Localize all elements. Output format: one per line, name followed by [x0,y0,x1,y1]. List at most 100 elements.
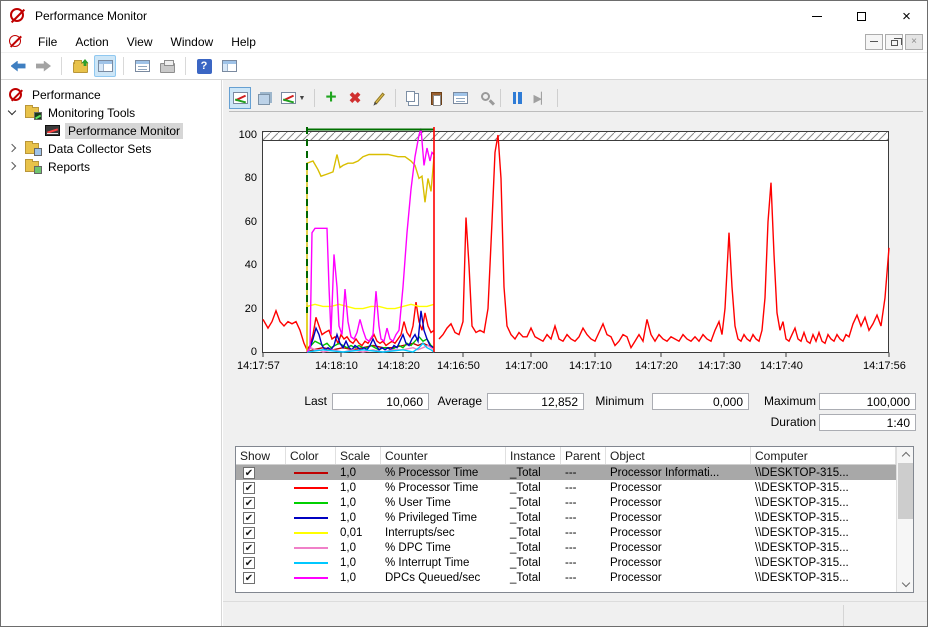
column-header-object[interactable]: Object [606,447,751,464]
view-current-activity-button[interactable] [229,87,251,109]
table-row[interactable]: ✔1,0% Processor Time_Total---Processor\\… [236,480,896,495]
scrollbar-thumb[interactable] [898,463,913,519]
properties-button[interactable] [131,55,153,77]
tree-item-data-collector-sets[interactable]: Data Collector Sets [1,140,221,158]
child-restore-button[interactable] [885,34,903,50]
table-row[interactable]: ✔1,0DPCs Queued/sec_Total---Processor\\D… [236,570,896,585]
column-header-instance[interactable]: Instance [506,447,561,464]
maximum-label: Maximum [711,394,816,410]
cell-object: Processor [606,512,751,524]
console-toolbar: ? [1,53,928,80]
zoom-button[interactable] [473,87,495,109]
table-row[interactable]: ✔1,0% DPC Time_Total---Processor\\DESKTO… [236,540,896,555]
chevron-right-icon[interactable] [8,144,16,152]
paste-counter-list-button[interactable] [425,87,447,109]
menu-view[interactable]: View [118,32,162,52]
cell-counter: % Processor Time [381,467,506,479]
chevron-down-icon[interactable] [8,107,16,115]
column-header-computer[interactable]: Computer [751,447,896,464]
tree-item-label: Performance [29,87,104,103]
menu-file[interactable]: File [29,32,66,52]
title-bar: Performance Monitor × [1,1,928,31]
table-row[interactable]: ✔1,0% User Time_Total---Processor\\DESKT… [236,495,896,510]
cell-instance: _Total [506,572,561,584]
new-window-icon [222,60,237,72]
minimize-button[interactable] [794,1,839,31]
update-data-button[interactable]: ▶▏ [530,87,552,109]
menu-window[interactable]: Window [162,32,223,52]
x-axis-label: 14:16:50 [437,360,480,372]
show-checkbox[interactable]: ✔ [243,497,255,509]
cell-parent: --- [561,527,606,539]
copy-properties-button[interactable] [401,87,423,109]
cell-instance: _Total [506,527,561,539]
maximize-button[interactable] [839,1,884,31]
tree-item-monitoring-tools[interactable]: Monitoring Tools [1,104,221,122]
column-header-show[interactable]: Show [236,447,286,464]
tree-item-performance-monitor[interactable]: Performance Monitor [1,122,221,140]
cell-counter: % User Time [381,497,506,509]
freeze-display-button[interactable] [506,87,528,109]
chevron-right-icon[interactable] [8,162,16,170]
graph-properties-icon [453,92,468,104]
y-axis-label: 100 [227,129,257,141]
close-button[interactable]: × [884,1,928,31]
show-checkbox[interactable]: ✔ [243,572,255,584]
tree-item-reports[interactable]: Reports [1,158,221,176]
help-button[interactable]: ? [193,55,215,77]
show-checkbox[interactable]: ✔ [243,557,255,569]
print-button[interactable] [156,55,178,77]
magnifier-icon [481,92,490,101]
performance-monitor-window: Performance Monitor × FileActionViewWind… [0,0,928,627]
chevron-down-icon: ▼ [299,95,306,102]
scroll-down-button[interactable] [897,577,914,592]
menu-help[interactable]: Help [222,32,265,52]
x-axis-label: 14:17:30 [698,360,741,372]
column-header-counter[interactable]: Counter [381,447,506,464]
chart-type-icon [281,92,296,104]
back-button[interactable] [7,55,29,77]
tree-item-performance[interactable]: Performance [1,86,221,104]
graph-properties-button[interactable] [449,87,471,109]
child-close-button[interactable]: × [905,34,923,50]
cell-instance: _Total [506,467,561,479]
color-swatch [294,562,328,564]
forward-button[interactable] [32,55,54,77]
y-axis-label: 60 [227,216,257,228]
view-log-data-button[interactable] [253,87,275,109]
cell-computer: \\DESKTOP-315... [751,542,896,554]
table-row[interactable]: ✔1,0% Processor Time_Total---Processor I… [236,465,896,480]
y-axis-label: 80 [227,172,257,184]
highlight-button[interactable] [368,87,390,109]
show-checkbox[interactable]: ✔ [243,482,255,494]
table-row[interactable]: ✔1,0% Interrupt Time_Total---Processor\\… [236,555,896,570]
table-scrollbar[interactable] [896,447,913,592]
console-tree-pane: PerformanceMonitoring ToolsPerformance M… [1,80,222,627]
y-axis-label: 20 [227,303,257,315]
y-axis-label: 40 [227,259,257,271]
column-header-parent[interactable]: Parent [561,447,606,464]
cell-counter: DPCs Queued/sec [381,572,506,584]
chart-type-dropdown[interactable]: ▼ [277,87,309,109]
export-list-button[interactable] [69,55,91,77]
show-checkbox[interactable]: ✔ [243,467,255,479]
show-console-tree-button[interactable] [94,55,116,77]
scroll-up-button[interactable] [897,447,914,462]
minimum-label: Minimum [539,394,644,410]
add-counter-button[interactable]: + [320,87,342,109]
show-checkbox[interactable]: ✔ [243,527,255,539]
child-minimize-button[interactable] [865,34,883,50]
new-window-button[interactable] [218,55,240,77]
column-header-scale[interactable]: Scale [336,447,381,464]
cell-scale: 1,0 [336,557,381,569]
table-row[interactable]: ✔0,01Interrupts/sec_Total---Processor\\D… [236,525,896,540]
table-row[interactable]: ✔1,0% Privileged Time_Total---Processor\… [236,510,896,525]
show-checkbox[interactable]: ✔ [243,542,255,554]
show-checkbox[interactable]: ✔ [243,512,255,524]
delete-counter-button[interactable]: ✖ [344,87,366,109]
menu-bar: FileActionViewWindowHelp × [1,31,928,53]
performance-chart [262,125,890,359]
cell-scale: 1,0 [336,512,381,524]
menu-action[interactable]: Action [66,32,117,52]
column-header-color[interactable]: Color [286,447,336,464]
